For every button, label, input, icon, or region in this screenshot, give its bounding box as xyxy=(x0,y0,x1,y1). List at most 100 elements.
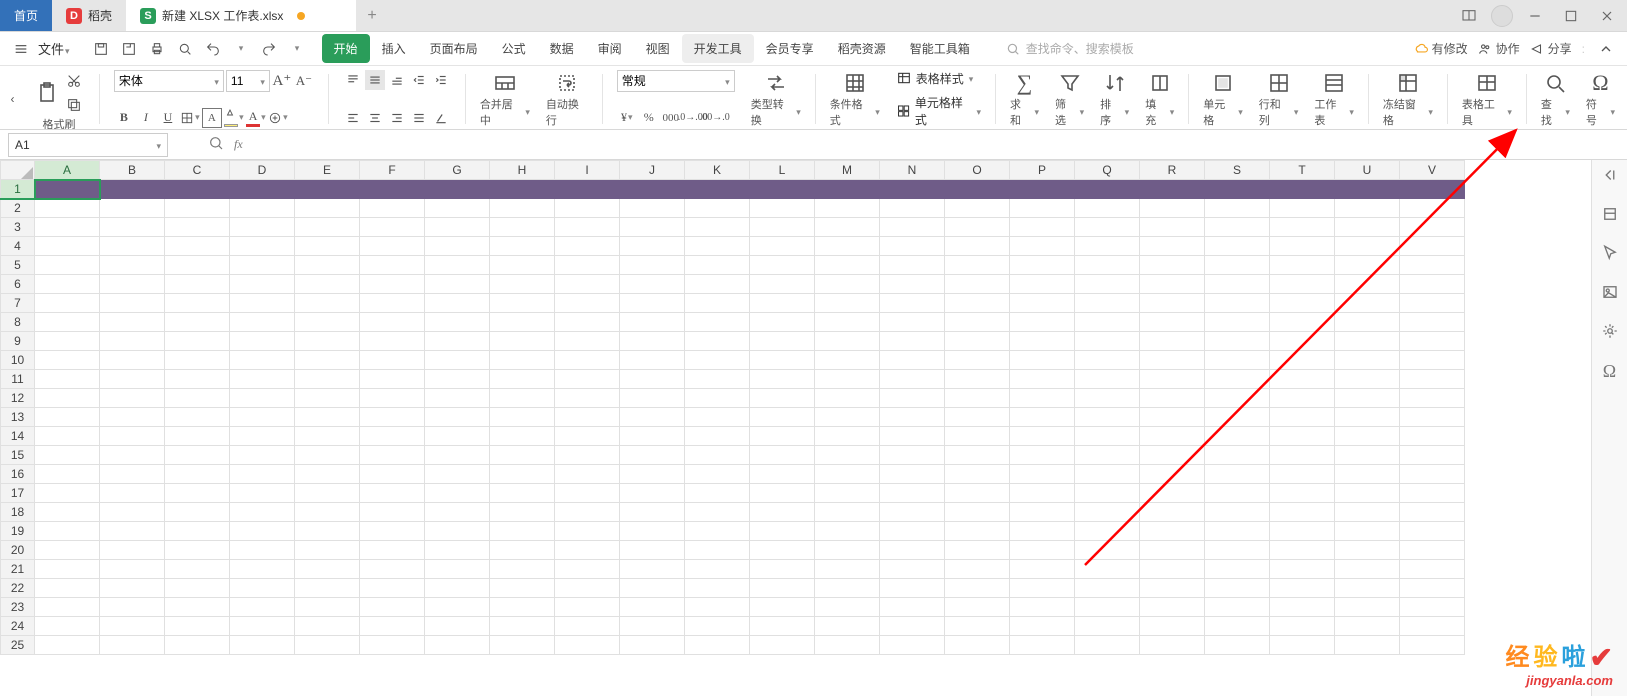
cell[interactable] xyxy=(555,636,620,655)
cell[interactable] xyxy=(1270,522,1335,541)
cell[interactable] xyxy=(360,408,425,427)
cell[interactable] xyxy=(1010,541,1075,560)
cell[interactable] xyxy=(1140,313,1205,332)
cell[interactable] xyxy=(1400,294,1465,313)
cell[interactable] xyxy=(880,275,945,294)
cell[interactable] xyxy=(685,351,750,370)
cell[interactable] xyxy=(685,503,750,522)
cell[interactable] xyxy=(1270,313,1335,332)
tab-docke[interactable]: D 稻壳 xyxy=(52,0,126,31)
cell[interactable] xyxy=(1140,484,1205,503)
tabletool-icon[interactable] xyxy=(1473,70,1501,96)
find-label[interactable]: 查找 xyxy=(1541,96,1570,128)
cell[interactable] xyxy=(230,636,295,655)
cell[interactable] xyxy=(425,256,490,275)
cell[interactable] xyxy=(100,332,165,351)
cell[interactable] xyxy=(1335,294,1400,313)
cell[interactable] xyxy=(555,256,620,275)
cell[interactable] xyxy=(490,446,555,465)
cell[interactable] xyxy=(1010,484,1075,503)
cell[interactable] xyxy=(1270,180,1335,199)
cell[interactable] xyxy=(1205,465,1270,484)
sum-label[interactable]: 求和 xyxy=(1010,96,1039,128)
cell[interactable] xyxy=(1400,275,1465,294)
cell[interactable] xyxy=(1400,237,1465,256)
cell[interactable] xyxy=(360,446,425,465)
cell[interactable] xyxy=(945,180,1010,199)
cell[interactable] xyxy=(165,313,230,332)
shrink-font-icon[interactable]: A⁻ xyxy=(294,71,314,91)
cell[interactable] xyxy=(880,560,945,579)
print-icon[interactable] xyxy=(146,38,168,60)
cell[interactable] xyxy=(555,465,620,484)
cell[interactable] xyxy=(100,275,165,294)
cell[interactable] xyxy=(165,180,230,199)
cell[interactable] xyxy=(425,465,490,484)
row-header[interactable]: 14 xyxy=(1,427,35,446)
cell[interactable] xyxy=(945,522,1010,541)
cell[interactable] xyxy=(425,522,490,541)
cell[interactable] xyxy=(815,408,880,427)
cell[interactable] xyxy=(1335,180,1400,199)
cell[interactable] xyxy=(425,218,490,237)
cell[interactable] xyxy=(295,503,360,522)
cell[interactable] xyxy=(555,294,620,313)
cell[interactable] xyxy=(490,294,555,313)
cell[interactable] xyxy=(620,351,685,370)
changes-indicator[interactable]: 有修改 xyxy=(1414,40,1468,57)
cell[interactable] xyxy=(165,370,230,389)
filter-icon[interactable] xyxy=(1056,70,1084,96)
cell[interactable] xyxy=(685,522,750,541)
cell[interactable] xyxy=(100,598,165,617)
cell[interactable] xyxy=(165,351,230,370)
freeze-icon[interactable] xyxy=(1394,70,1422,96)
cell[interactable] xyxy=(1010,237,1075,256)
tab-file[interactable]: S 新建 XLSX 工作表.xlsx xyxy=(126,0,356,31)
cell[interactable] xyxy=(165,465,230,484)
cell[interactable] xyxy=(750,370,815,389)
cell[interactable] xyxy=(815,199,880,218)
cell[interactable] xyxy=(165,332,230,351)
row-header[interactable]: 7 xyxy=(1,294,35,313)
cell[interactable] xyxy=(35,560,100,579)
cell[interactable] xyxy=(490,541,555,560)
cell[interactable] xyxy=(1010,522,1075,541)
cell[interactable] xyxy=(815,465,880,484)
cell[interactable] xyxy=(945,256,1010,275)
cell[interactable] xyxy=(1140,579,1205,598)
cell[interactable] xyxy=(1140,465,1205,484)
cell[interactable] xyxy=(1140,332,1205,351)
cell[interactable] xyxy=(1140,351,1205,370)
cell[interactable] xyxy=(555,427,620,446)
framed-a-icon[interactable]: A xyxy=(202,108,222,128)
cell[interactable] xyxy=(750,256,815,275)
col-header[interactable]: G xyxy=(425,161,490,180)
cell[interactable] xyxy=(1270,617,1335,636)
col-header[interactable]: U xyxy=(1335,161,1400,180)
cell[interactable] xyxy=(1205,275,1270,294)
cell[interactable] xyxy=(360,294,425,313)
fill-label[interactable]: 填充 xyxy=(1145,96,1174,128)
cell[interactable] xyxy=(1270,503,1335,522)
cell[interactable] xyxy=(750,389,815,408)
cell[interactable] xyxy=(1010,579,1075,598)
cell[interactable] xyxy=(1335,560,1400,579)
cell[interactable] xyxy=(1010,503,1075,522)
cut-icon[interactable] xyxy=(63,70,85,92)
cell[interactable] xyxy=(1010,199,1075,218)
cell[interactable] xyxy=(945,389,1010,408)
cell[interactable] xyxy=(1335,370,1400,389)
cell[interactable] xyxy=(685,199,750,218)
cell[interactable] xyxy=(100,408,165,427)
cell[interactable] xyxy=(295,313,360,332)
cell[interactable] xyxy=(1075,598,1140,617)
cell[interactable] xyxy=(750,465,815,484)
cell[interactable] xyxy=(620,218,685,237)
cell[interactable] xyxy=(35,636,100,655)
cell[interactable] xyxy=(1400,389,1465,408)
cell[interactable] xyxy=(620,465,685,484)
cell[interactable] xyxy=(1335,579,1400,598)
cell[interactable] xyxy=(880,598,945,617)
collapse-up-icon[interactable] xyxy=(1595,38,1617,60)
cell[interactable] xyxy=(165,389,230,408)
